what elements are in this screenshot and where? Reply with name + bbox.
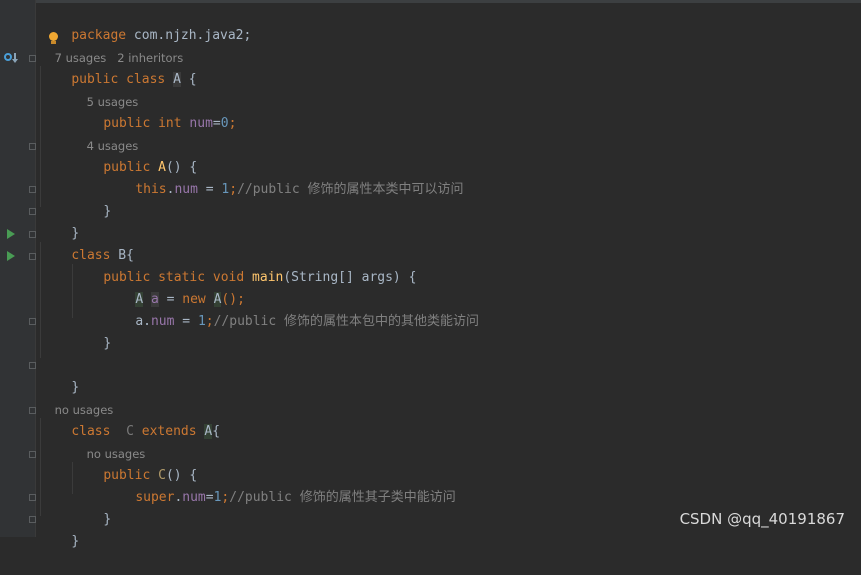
code-editor[interactable]: package com.njzh.java2; 7 usages 2 inher… — [0, 3, 861, 549]
code-line[interactable]: } — [72, 487, 111, 527]
field-name: num — [182, 490, 206, 505]
usages-hint[interactable]: 4 usages — [72, 113, 139, 153]
closing-brace: } — [103, 512, 112, 527]
dot: . — [143, 314, 151, 329]
csdn-watermark: CSDN @qq_40191867 — [679, 510, 845, 528]
code-line[interactable]: public int num=0; — [72, 91, 236, 131]
operator: = — [205, 490, 214, 505]
usages-hint[interactable]: no usages — [40, 377, 114, 417]
code-line[interactable]: } — [72, 179, 111, 219]
variable-name: a — [135, 314, 144, 329]
code-line[interactable]: super.num=1;//public 修饰的属性其子类中能访问 — [104, 465, 455, 505]
comment: //public 修饰的属性其子类中能访问 — [229, 490, 456, 505]
method-name: main — [252, 270, 284, 285]
code-line[interactable]: public class A { — [40, 47, 197, 87]
code-line[interactable]: package com.njzh.java2; — [40, 3, 251, 43]
code-line[interactable]: public A() { — [72, 135, 197, 175]
semicolon: ; — [205, 314, 214, 329]
code-text: (String[] args) { — [283, 270, 417, 285]
code-line[interactable]: class C extends A{ — [40, 399, 220, 439]
comment: //public 修饰的属性本类中可以访问 — [237, 182, 464, 197]
closing-brace: } — [103, 336, 112, 351]
field-name: num — [189, 116, 213, 131]
code-line[interactable]: public C() { — [72, 443, 197, 483]
code-line[interactable]: } — [40, 201, 79, 241]
usages-hint[interactable]: 5 usages — [72, 69, 139, 109]
code-line[interactable]: } — [40, 509, 79, 549]
field-name: num — [150, 314, 175, 329]
comment: //public 修饰的属性本包中的其他类能访问 — [213, 314, 480, 329]
closing-brace: } — [103, 204, 112, 219]
number-literal: 0 — [220, 116, 229, 131]
code-text: { — [180, 72, 197, 87]
closing-brace: } — [71, 534, 80, 549]
keyword: super — [135, 490, 175, 505]
code-line[interactable]: this.num = 1;//public 修饰的属性本类中可以访问 — [104, 157, 463, 197]
lightbulb-base — [51, 41, 56, 44]
operator: = — [197, 182, 222, 197]
field-name: num — [174, 182, 198, 197]
lightbulb-icon[interactable] — [49, 32, 58, 41]
operator: = — [212, 116, 221, 131]
semicolon: ; — [228, 116, 237, 131]
usages-hint[interactable]: no usages — [72, 421, 146, 461]
number-literal: 1 — [197, 314, 206, 329]
code-line[interactable]: A a = new A(); — [104, 267, 245, 307]
keyword: int — [158, 116, 182, 131]
class-name: A — [173, 72, 181, 87]
keyword: this — [135, 182, 167, 197]
code-line[interactable]: class B{ — [40, 223, 134, 263]
keyword: extends — [141, 424, 197, 439]
operator: = — [174, 314, 198, 329]
code-line[interactable]: } — [72, 311, 111, 351]
code-text: { — [212, 424, 221, 439]
code-line[interactable]: public static void main(String[] args) { — [72, 245, 416, 285]
semicolon: ; — [229, 182, 238, 197]
code-line[interactable]: } — [40, 355, 79, 395]
code-line[interactable]: a.num = 1;//public 修饰的属性本包中的其他类能访问 — [104, 289, 479, 329]
usages-hint[interactable]: 7 usages 2 inheritors — [40, 25, 184, 65]
